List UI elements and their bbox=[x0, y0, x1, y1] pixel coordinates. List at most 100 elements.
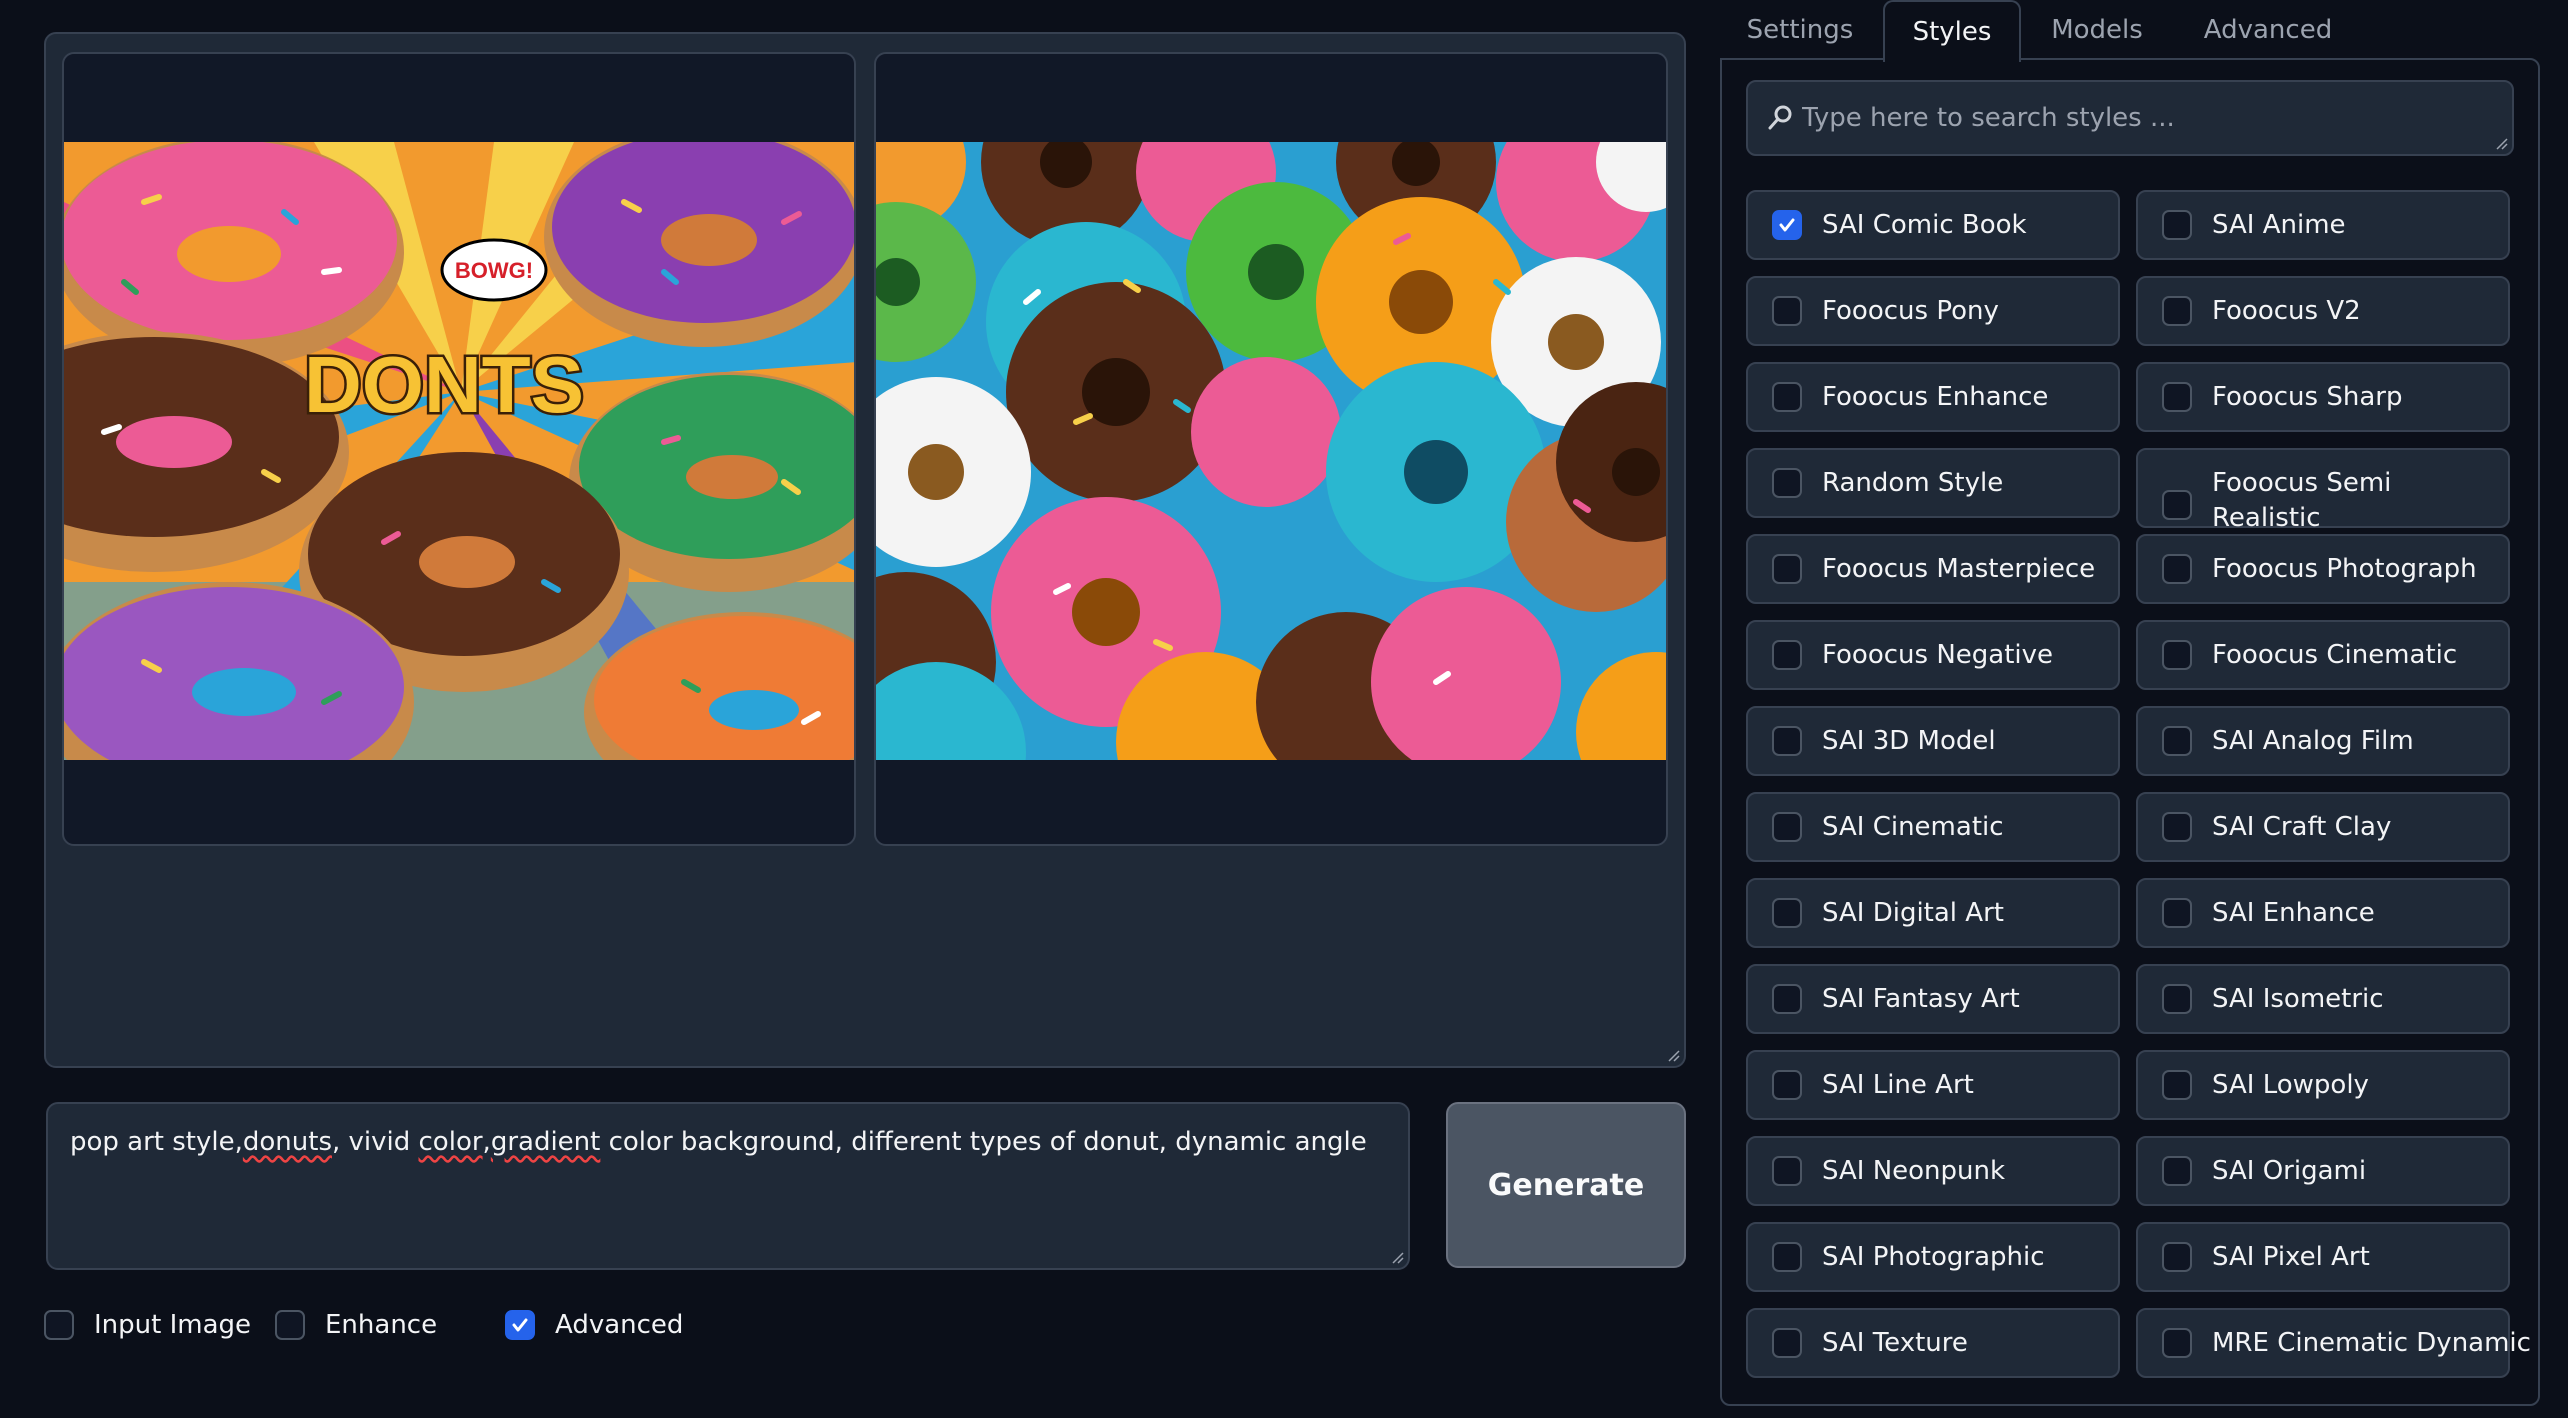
style-option[interactable]: SAI Digital Art bbox=[1746, 878, 2120, 948]
tab-settings[interactable]: Settings bbox=[1720, 0, 1880, 60]
checkbox-box[interactable] bbox=[1772, 210, 1802, 240]
style-option[interactable]: SAI Comic Book bbox=[1746, 190, 2120, 260]
prompt-text-part: , vivid bbox=[331, 1127, 419, 1157]
generate-button[interactable]: Generate bbox=[1446, 1102, 1686, 1268]
style-option[interactable]: SAI Lowpoly bbox=[2136, 1050, 2510, 1120]
checkbox-box[interactable] bbox=[2162, 490, 2192, 520]
style-option-label: SAI Fantasy Art bbox=[1822, 984, 2020, 1014]
gallery-image-2[interactable] bbox=[874, 52, 1668, 846]
style-option-label: Fooocus Semi Realistic bbox=[2212, 468, 2392, 534]
prompt-text-part: , bbox=[482, 1127, 491, 1157]
style-option[interactable]: SAI Pixel Art bbox=[2136, 1222, 2510, 1292]
tab-advanced[interactable]: Advanced bbox=[2176, 0, 2360, 60]
checkbox-box[interactable] bbox=[2162, 382, 2192, 412]
checkbox-box[interactable] bbox=[1772, 1328, 1802, 1358]
styles-panel: SAI Comic Book SAI Anime Fooocus Pony Foooc… bbox=[1720, 58, 2540, 1406]
style-option-label: Fooocus Enhance bbox=[1822, 382, 2049, 412]
checkbox-box[interactable] bbox=[1772, 468, 1802, 498]
style-option[interactable]: Fooocus Photograph bbox=[2136, 534, 2510, 604]
tab-models[interactable]: Models bbox=[2022, 0, 2172, 60]
checkbox-box[interactable] bbox=[1772, 296, 1802, 326]
checkbox-box[interactable] bbox=[1772, 554, 1802, 584]
style-option-label: SAI Photographic bbox=[1822, 1242, 2045, 1272]
checkmark-icon bbox=[512, 1318, 528, 1332]
style-option[interactable]: Fooocus Sharp bbox=[2136, 362, 2510, 432]
style-option[interactable]: SAI Craft Clay bbox=[2136, 792, 2510, 862]
checkbox-box[interactable] bbox=[2162, 984, 2192, 1014]
checkbox-box[interactable] bbox=[1772, 898, 1802, 928]
style-option-label: SAI Analog Film bbox=[2212, 726, 2414, 756]
style-option[interactable]: Fooocus V2 bbox=[2136, 276, 2510, 346]
checkbox-box[interactable] bbox=[2162, 1070, 2192, 1100]
resize-grip-icon[interactable] bbox=[1390, 1250, 1404, 1264]
style-option[interactable]: SAI Cinematic bbox=[1746, 792, 2120, 862]
checkbox-label: Input Image bbox=[94, 1310, 252, 1340]
speech-bubble-text: BOWG! bbox=[455, 258, 533, 283]
comic-title-text: DONTS bbox=[304, 340, 584, 429]
prompt-text-part: color bbox=[418, 1127, 483, 1157]
style-search[interactable] bbox=[1746, 80, 2514, 156]
checkbox-box[interactable] bbox=[275, 1310, 305, 1340]
style-option[interactable]: SAI Texture bbox=[1746, 1308, 2120, 1378]
style-option[interactable]: SAI Analog Film bbox=[2136, 706, 2510, 776]
checkbox-box[interactable] bbox=[1772, 726, 1802, 756]
resize-grip-icon[interactable] bbox=[2494, 136, 2508, 150]
style-option[interactable]: Random Style bbox=[1746, 448, 2120, 518]
style-option-label: Fooocus Sharp bbox=[2212, 382, 2403, 412]
prompt-textarea[interactable]: pop art style,donuts, vivid color,gradie… bbox=[46, 1102, 1410, 1270]
checkbox-box[interactable] bbox=[2162, 640, 2192, 670]
style-option[interactable]: SAI Line Art bbox=[1746, 1050, 2120, 1120]
checkbox-box[interactable] bbox=[1772, 1242, 1802, 1272]
style-option[interactable]: Fooocus Pony bbox=[1746, 276, 2120, 346]
style-option-label: SAI Craft Clay bbox=[2212, 812, 2392, 842]
style-option[interactable]: Fooocus Enhance bbox=[1746, 362, 2120, 432]
gallery-image-1[interactable]: BOWG! DONTS bbox=[62, 52, 856, 846]
style-option-label: Fooocus Photograph bbox=[2212, 554, 2477, 584]
input-image-checkbox[interactable]: Input Image bbox=[44, 1310, 251, 1340]
style-option[interactable]: SAI Fantasy Art bbox=[1746, 964, 2120, 1034]
resize-grip-icon[interactable] bbox=[1666, 1048, 1680, 1062]
tab-styles[interactable]: Styles bbox=[1883, 0, 2021, 62]
checkmark-icon bbox=[1779, 218, 1795, 232]
checkbox-box[interactable] bbox=[2162, 726, 2192, 756]
checkbox-box[interactable] bbox=[505, 1310, 535, 1340]
style-option-label: SAI Cinematic bbox=[1822, 812, 2004, 842]
style-option[interactable]: Fooocus Cinematic bbox=[2136, 620, 2510, 690]
checkbox-box[interactable] bbox=[1772, 640, 1802, 670]
checkbox-label: Enhance bbox=[325, 1310, 438, 1340]
checkbox-box[interactable] bbox=[2162, 296, 2192, 326]
style-option[interactable]: SAI Neonpunk bbox=[1746, 1136, 2120, 1206]
style-option[interactable]: Fooocus Masterpiece bbox=[1746, 534, 2120, 604]
checkbox-box[interactable] bbox=[2162, 554, 2192, 584]
style-option-label: Fooocus V2 bbox=[2212, 296, 2361, 326]
style-option[interactable]: SAI Isometric bbox=[2136, 964, 2510, 1034]
tab-bar: Settings Styles Models Advanced bbox=[1720, 0, 2540, 62]
style-option[interactable]: SAI 3D Model bbox=[1746, 706, 2120, 776]
checkbox-box[interactable] bbox=[2162, 898, 2192, 928]
style-option[interactable]: SAI Enhance bbox=[2136, 878, 2510, 948]
advanced-checkbox[interactable]: Advanced bbox=[505, 1310, 683, 1340]
style-option[interactable]: Fooocus Semi Realistic bbox=[2136, 448, 2510, 533]
checkbox-box[interactable] bbox=[2162, 1242, 2192, 1272]
checkbox-box[interactable] bbox=[2162, 1156, 2192, 1186]
checkbox-box[interactable] bbox=[1772, 382, 1802, 412]
style-option-label: MRE Cinematic Dynamic bbox=[2212, 1328, 2531, 1358]
checkbox-box[interactable] bbox=[2162, 812, 2192, 842]
checkbox-box[interactable] bbox=[44, 1310, 74, 1340]
checkbox-box[interactable] bbox=[1772, 1070, 1802, 1100]
prompt-text-part: donuts bbox=[242, 1127, 332, 1157]
checkbox-box[interactable] bbox=[1772, 812, 1802, 842]
style-option-label: SAI Isometric bbox=[2212, 984, 2384, 1014]
style-search-input[interactable] bbox=[1800, 102, 2480, 134]
style-option[interactable]: SAI Origami bbox=[2136, 1136, 2510, 1206]
checkbox-box[interactable] bbox=[2162, 1328, 2192, 1358]
checkbox-box[interactable] bbox=[1772, 1156, 1802, 1186]
style-option[interactable]: MRE Cinematic Dynamic bbox=[2136, 1308, 2531, 1378]
style-option[interactable]: SAI Anime bbox=[2136, 190, 2510, 260]
checkbox-box[interactable] bbox=[1772, 984, 1802, 1014]
style-option-label: SAI Anime bbox=[2212, 210, 2346, 240]
style-option[interactable]: SAI Photographic bbox=[1746, 1222, 2120, 1292]
checkbox-box[interactable] bbox=[2162, 210, 2192, 240]
enhance-checkbox[interactable]: Enhance bbox=[275, 1310, 437, 1340]
style-option[interactable]: Fooocus Negative bbox=[1746, 620, 2120, 690]
